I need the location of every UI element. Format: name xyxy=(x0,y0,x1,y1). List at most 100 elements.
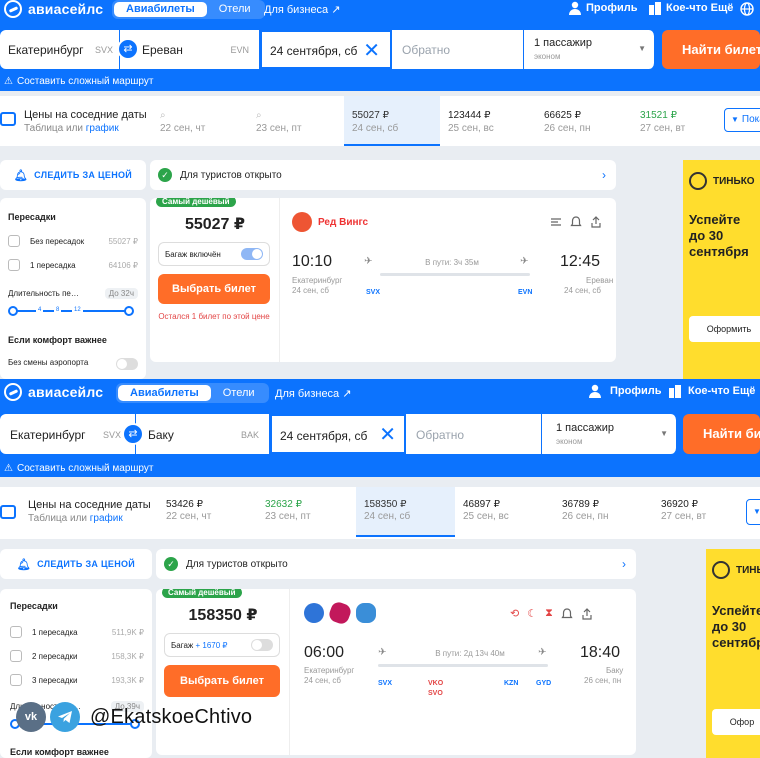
product-tabs: Авиабилеты Отели xyxy=(116,383,269,403)
hourglass-icon: ⧗ xyxy=(545,607,553,619)
chart-link[interactable]: график xyxy=(90,513,123,524)
date-cell[interactable]: 36789 ₽26 сен, пн xyxy=(554,487,653,537)
slider-handle-max[interactable] xyxy=(124,306,134,316)
calendar-icon[interactable] xyxy=(0,505,16,519)
select-ticket-button[interactable]: Выбрать билет xyxy=(164,665,280,697)
bell-icon[interactable] xyxy=(570,216,582,228)
date-cell[interactable]: 36920 ₽27 сен, вт xyxy=(653,487,743,537)
destination-field[interactable]: Баку BAK xyxy=(136,414,270,454)
ticket-price-column: Самый дешёвый 55027 ₽ Багаж включён Выбр… xyxy=(150,198,280,362)
tab-flights[interactable]: Авиабилеты xyxy=(114,2,207,17)
stops-option[interactable]: 2 пересадки 158,3K ₽ xyxy=(10,649,144,663)
globe-icon[interactable] xyxy=(740,2,754,16)
dropdown-icon: ▼ xyxy=(731,115,739,124)
ad-button[interactable]: Офор xyxy=(712,709,760,735)
date-cell-selected[interactable]: 55027 ₽ 24 сен, сб xyxy=(344,96,440,146)
baggage-toggle[interactable] xyxy=(241,248,263,260)
business-link[interactable]: Для бизнеса ↗ xyxy=(275,387,351,400)
chevron-right-icon: › xyxy=(602,168,606,182)
date-cell[interactable]: 123444 ₽ 25 сен, вс xyxy=(440,96,536,146)
checkbox[interactable] xyxy=(10,674,22,686)
date-cell-selected[interactable]: 158350 ₽24 сен, сб xyxy=(356,487,455,537)
profile-button[interactable]: Профиль xyxy=(588,384,661,398)
stops-option[interactable]: 1 пересадка 511,9K ₽ xyxy=(10,625,144,639)
return-date-field[interactable]: Обратно xyxy=(406,414,542,454)
business-link[interactable]: Для бизнеса ↗ xyxy=(264,3,340,16)
checkbox[interactable] xyxy=(10,650,22,662)
baggage-toggle-row[interactable]: Багаж включён xyxy=(158,242,270,266)
select-ticket-button[interactable]: Выбрать билет xyxy=(158,274,270,304)
watch-price-button[interactable]: 🔔︎ СЛЕДИТЬ ЗА ЦЕНОЙ xyxy=(0,549,152,579)
brand-logo[interactable]: авиасейлс xyxy=(4,383,103,401)
ticket-price: 55027 ₽ xyxy=(184,216,246,233)
depart-date-field[interactable]: 24 сентября, сб ✕ xyxy=(270,414,406,454)
chart-link[interactable]: график xyxy=(86,123,119,134)
origin-code: SVX xyxy=(102,430,121,440)
baggage-toggle[interactable] xyxy=(251,639,273,651)
filter-lines-icon[interactable] xyxy=(550,216,562,228)
passengers-field[interactable]: 1 пассажир эконом ▼ xyxy=(524,30,655,69)
tab-flights[interactable]: Авиабилеты xyxy=(118,385,211,401)
ticket-card[interactable]: Самый дешёвый 55027 ₽ Багаж включён Выбр… xyxy=(150,198,616,362)
stops-label: Без пересадок xyxy=(30,236,85,246)
ad-button[interactable]: Оформить xyxy=(689,316,760,342)
passengers-field[interactable]: 1 пассажир эконом ▼ xyxy=(542,414,677,454)
date-cell[interactable]: ⌕ 23 сен, пт xyxy=(248,96,344,146)
comfort-option[interactable]: Без смены аэропорта xyxy=(8,358,138,379)
tinkoff-ad[interactable]: ТИНЬ Успейте до 30 сентября Офор xyxy=(706,549,760,758)
depart-date-field[interactable]: 24 сентября, сб ✕ xyxy=(260,30,392,69)
date-cell[interactable]: 66625 ₽ 26 сен, пн xyxy=(536,96,632,146)
watch-price-button[interactable]: 🔔︎ СЛЕДИТЬ ЗА ЦЕНОЙ xyxy=(0,160,146,190)
show-button[interactable]: ▼Показать xyxy=(724,108,760,132)
return-date-field[interactable]: Обратно xyxy=(392,30,524,69)
destination-field[interactable]: Ереван EVN xyxy=(120,30,260,69)
origin-code: SVX xyxy=(94,45,113,55)
date-cell[interactable]: 53426 ₽22 сен, чт xyxy=(158,487,257,537)
stops-option[interactable]: 1 пересадка 64106 ₽ xyxy=(8,258,138,272)
find-tickets-button[interactable]: Найти билеты xyxy=(683,414,760,454)
show-button[interactable]: ▼ xyxy=(746,499,760,525)
checkbox[interactable] xyxy=(8,259,20,271)
date-cell[interactable]: 31521 ₽ 27 сен, вт xyxy=(632,96,722,146)
tab-hotels[interactable]: Отели xyxy=(211,385,267,401)
more-menu[interactable]: Кое-что Ещё xyxy=(668,384,755,398)
calendar-icon[interactable] xyxy=(0,112,16,126)
origin-field[interactable]: Екатеринбург SVX xyxy=(0,30,120,69)
tinkoff-ad[interactable]: ТИНЬКО Успейте до 30 сентября Оформить xyxy=(683,160,760,379)
stops-option[interactable]: 3 пересадки 193,3K ₽ xyxy=(10,673,144,687)
checkbox[interactable] xyxy=(8,235,20,247)
duration-slider[interactable]: 4 8 12 xyxy=(8,306,134,316)
seats-left-notice: Остался 1 билет по этой цене xyxy=(158,312,270,321)
clear-date-icon[interactable]: ✕ xyxy=(363,38,380,63)
find-tickets-button[interactable]: Найти билеты xyxy=(662,30,760,69)
swap-icon[interactable]: ⇄ xyxy=(117,38,139,60)
baggage-label: Багаж xyxy=(171,640,194,650)
date-cell[interactable]: ⌕ 22 сен, чт xyxy=(152,96,248,146)
swap-icon[interactable]: ⇄ xyxy=(122,423,144,445)
slider-handle-min[interactable] xyxy=(8,306,18,316)
complex-route-link[interactable]: ⚠ Составить сложный маршрут xyxy=(0,74,760,88)
stops-option[interactable]: Без пересадок 55027 ₽ xyxy=(8,234,138,248)
watch-price-label: СЛЕДИТЬ ЗА ЦЕНОЙ xyxy=(34,170,133,180)
search-icon: ⌕ xyxy=(160,110,166,121)
bell-icon[interactable] xyxy=(561,607,573,620)
date-cell[interactable]: 32632 ₽23 сен, пт xyxy=(257,487,356,537)
tourists-open-banner[interactable]: ✓ Для туристов открыто › xyxy=(150,160,616,190)
profile-button[interactable]: Профиль xyxy=(568,1,637,15)
brand-logo[interactable]: авиасейлс xyxy=(4,0,103,18)
tourists-open-banner[interactable]: ✓ Для туристов открыто › xyxy=(156,549,636,579)
check-icon: ✓ xyxy=(158,168,172,182)
share-icon[interactable] xyxy=(590,216,602,228)
clear-date-icon[interactable]: ✕ xyxy=(379,422,396,447)
dates-title: Цены на соседние даты xyxy=(28,499,151,511)
tab-hotels[interactable]: Отели xyxy=(207,2,263,17)
share-icon[interactable] xyxy=(581,607,593,620)
complex-route-link[interactable]: ⚠ Составить сложный маршрут xyxy=(0,461,760,475)
depart-date-value: 24 сентября, сб xyxy=(270,44,358,58)
date-cell[interactable]: 46897 ₽25 сен, вс xyxy=(455,487,554,537)
checkbox[interactable] xyxy=(10,626,22,638)
more-menu[interactable]: Кое-что Ещё xyxy=(648,1,733,15)
baggage-toggle-row[interactable]: Багаж + 1670 ₽ xyxy=(164,633,280,657)
comfort-toggle[interactable] xyxy=(116,358,138,370)
origin-field[interactable]: Екатеринбург SVX xyxy=(0,414,136,454)
